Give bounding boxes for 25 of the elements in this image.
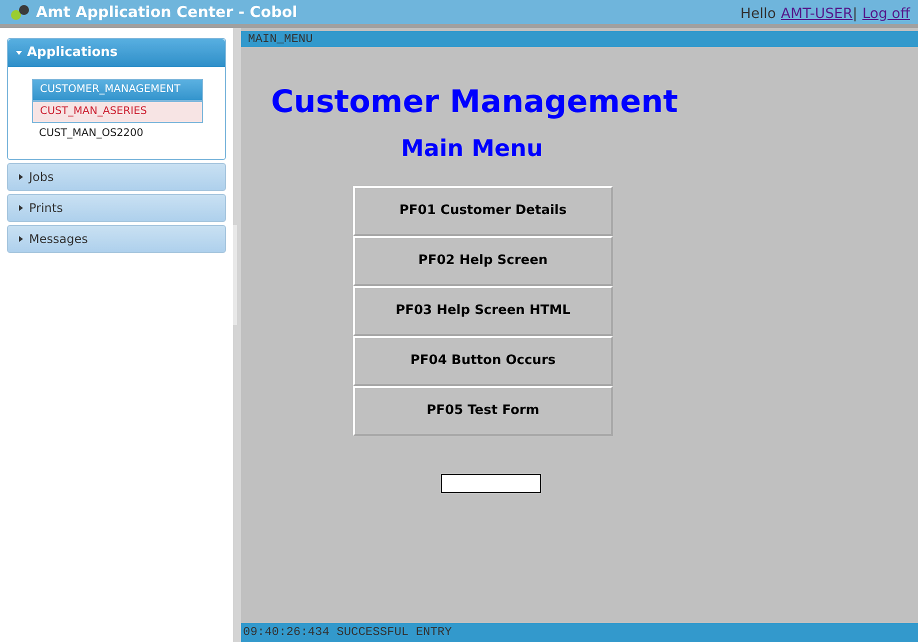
caret-right-icon [18,174,24,180]
screen-name-bar: MAIN_MENU [241,31,918,47]
application-item[interactable]: CUST_MAN_OS2200 [32,123,203,145]
status-bar: 09:40:26:434 SUCCESSFUL ENTRY [241,623,918,642]
function-key-button[interactable]: PF04 Button Occurs [353,336,613,386]
greeting-text: Hello [740,4,776,24]
function-key-button[interactable]: PF01 Customer Details [353,186,613,236]
app-title: Amt Application Center - Cobol [36,2,298,23]
function-key-button[interactable]: PF05 Test Form [353,386,613,436]
function-key-button[interactable]: PF03 Help Screen HTML [353,286,613,336]
user-link[interactable]: AMT-USER [780,4,853,24]
panel-header[interactable]: Messages [7,225,226,253]
caret-right-icon [18,205,24,211]
logo-icon [9,3,31,21]
logoff-link[interactable]: Log off [862,4,910,24]
panel-header[interactable]: Jobs [7,163,226,191]
input-field[interactable] [441,474,541,493]
caret-right-icon [18,236,24,242]
screen-title: Customer Management [271,83,679,122]
panel-header[interactable]: Prints [7,194,226,222]
application-item[interactable]: CUST_MAN_ASERIES [32,101,203,123]
screen-subtitle: Main Menu [401,135,544,164]
function-key-button[interactable]: PF02 Help Screen [353,236,613,286]
caret-down-icon [16,50,22,56]
separator-text: | [852,4,858,24]
